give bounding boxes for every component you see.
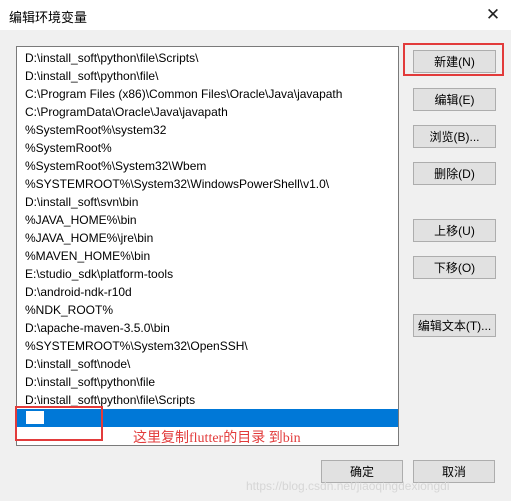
path-list-item[interactable]: D:\install_soft\python\file\Scripts [17, 391, 398, 409]
path-list-item[interactable]: D:\install_soft\python\file\ [17, 67, 398, 85]
path-list-item[interactable]: %MAVEN_HOME%\bin [17, 247, 398, 265]
annotation-text: 这里复制flutter的目录 到bin [133, 431, 301, 446]
edit-button[interactable]: 编辑(E) [413, 88, 496, 111]
new-path-input[interactable] [25, 410, 45, 425]
path-list-item[interactable]: D:\install_soft\python\file\Scripts\ [17, 49, 398, 67]
path-list-item[interactable]: D:\android-ndk-r10d [17, 283, 398, 301]
path-list-item[interactable]: %JAVA_HOME%\bin [17, 211, 398, 229]
delete-button[interactable]: 删除(D) [413, 162, 496, 185]
path-list[interactable]: D:\install_soft\python\file\Scripts\ D:\i… [16, 46, 399, 446]
path-list-item-new-selected[interactable] [17, 409, 398, 427]
path-list-item[interactable]: D:\install_soft\node\ [17, 355, 398, 373]
watermark: https://blog.csdn.net/jiaoqingdexiongdi [246, 479, 450, 493]
close-icon[interactable]: ✕ [475, 0, 511, 30]
path-list-item[interactable]: D:\apache-maven-3.5.0\bin [17, 319, 398, 337]
move-down-button[interactable]: 下移(O) [413, 256, 496, 279]
title-bar: 编辑环境变量 ✕ [0, 0, 511, 30]
path-list-item[interactable]: %SYSTEMROOT%\System32\WindowsPowerShell\… [17, 175, 398, 193]
path-list-item[interactable]: C:\ProgramData\Oracle\Java\javapath [17, 103, 398, 121]
path-list-item[interactable]: %SystemRoot% [17, 139, 398, 157]
window-title: 编辑环境变量 [9, 10, 88, 25]
move-up-button[interactable]: 上移(U) [413, 219, 496, 242]
path-list-item[interactable]: %NDK_ROOT% [17, 301, 398, 319]
path-list-item[interactable]: %SYSTEMROOT%\System32\OpenSSH\ [17, 337, 398, 355]
path-list-item[interactable]: C:\Program Files (x86)\Common Files\Orac… [17, 85, 398, 103]
path-list-item[interactable]: E:\studio_sdk\platform-tools [17, 265, 398, 283]
browse-button[interactable]: 浏览(B)... [413, 125, 496, 148]
path-list-item[interactable]: D:\install_soft\python\file [17, 373, 398, 391]
path-list-item[interactable]: %SystemRoot%\system32 [17, 121, 398, 139]
new-button[interactable]: 新建(N) [413, 50, 496, 73]
path-list-item[interactable]: D:\install_soft\svn\bin [17, 193, 398, 211]
edit-text-button[interactable]: 编辑文本(T)... [413, 314, 496, 337]
path-list-item[interactable]: %SystemRoot%\System32\Wbem [17, 157, 398, 175]
path-list-item[interactable]: %JAVA_HOME%\jre\bin [17, 229, 398, 247]
